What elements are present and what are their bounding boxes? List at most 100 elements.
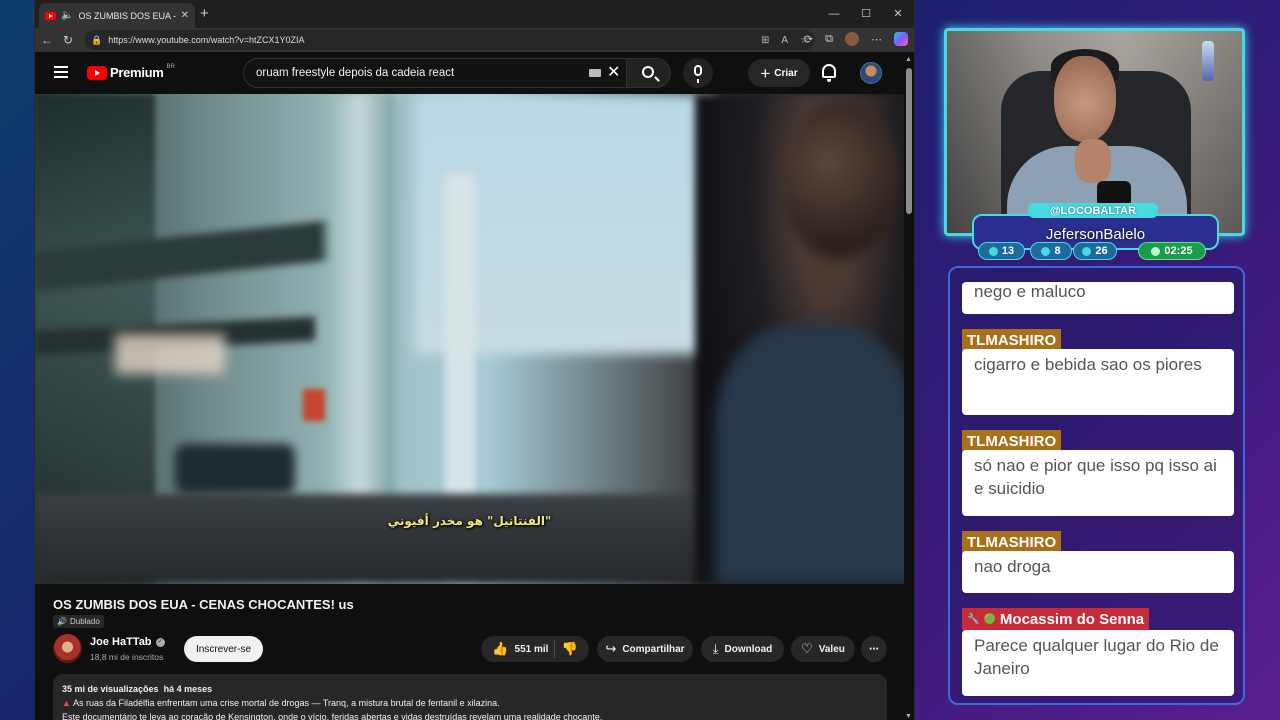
collections-icon[interactable]: ⧉	[825, 33, 833, 46]
scroll-down-icon[interactable]: ▼	[905, 713, 912, 720]
chat-message-text: cigarro e bebida sao os piores	[962, 349, 1234, 415]
search-input[interactable]: oruam freestyle depois da cadeia react	[243, 58, 626, 88]
warning-icon: ▲	[62, 698, 71, 708]
logo-region: BR	[166, 63, 175, 70]
tab-close-icon[interactable]: ✕	[181, 10, 189, 21]
thanks-label: Valeu	[818, 643, 845, 655]
download-label: Download	[724, 643, 773, 655]
share-button[interactable]: ↪ Compartilhar	[597, 636, 693, 662]
account-avatar[interactable]	[860, 62, 882, 84]
chat-username: TLMASHIRO	[962, 531, 1062, 553]
scrollbar-thumb[interactable]	[906, 68, 912, 214]
video-player[interactable]: "الفنتانيل" هو مخدر أفيوني	[35, 94, 904, 584]
notifications-bell-icon[interactable]	[822, 64, 836, 82]
address-bar-row: ← ↻ 🔒 https://www.youtube.com/watch?v=ht…	[35, 28, 914, 52]
viewers-stat: 13	[978, 242, 1025, 260]
chat-message-text: nao droga	[962, 551, 1234, 593]
tab-title: OS ZUMBIS DOS EUA - CENA	[78, 10, 175, 21]
speaker-icon[interactable]: 🔈	[61, 10, 73, 21]
browser-titlebar: 🔈 OS ZUMBIS DOS EUA - CENA ✕ + — ☐ ✕	[35, 0, 914, 28]
view-count: 35 mi de visualizações	[62, 684, 159, 694]
more-actions-button[interactable]: ⋯	[861, 636, 887, 662]
streamer-name: JefersonBalelo	[1045, 226, 1146, 243]
stream-timer: 02:25	[1138, 242, 1206, 260]
create-label: Criar	[774, 67, 798, 79]
dislike-icon[interactable]: 👎	[561, 641, 577, 657]
share-label: Compartilhar	[622, 643, 685, 655]
like-count[interactable]: 551 mil	[515, 644, 549, 655]
description-line-1: As ruas da Filadélfia enfrentam uma cris…	[72, 698, 500, 708]
reload-icon[interactable]: ↻	[63, 33, 73, 47]
likes-icon	[1082, 246, 1092, 256]
subscriber-count: 18,8 mi de inscritos	[90, 652, 164, 662]
search-button[interactable]	[626, 58, 671, 88]
chat-username: Mocassim do Senna	[999, 610, 1145, 628]
viewers-icon	[988, 246, 998, 256]
voice-search-button[interactable]	[683, 58, 713, 88]
chat-message-text: Parece qualquer lugar do Rio de Janeiro	[962, 630, 1234, 696]
youtube-logo-icon	[87, 65, 107, 80]
chat-username: TLMASHIRO	[962, 430, 1062, 452]
clear-search-icon[interactable]: ✕	[607, 62, 620, 82]
close-window-icon[interactable]: ✕	[882, 0, 914, 28]
thanks-icon: ♡	[801, 641, 813, 656]
plus-icon: +	[760, 63, 771, 83]
more-menu-icon[interactable]: ⋯	[871, 33, 882, 46]
maximize-icon[interactable]: ☐	[850, 0, 882, 28]
thanks-button[interactable]: ♡ Valeu	[791, 636, 855, 662]
channel-name[interactable]: Joe HaTTab	[90, 636, 152, 648]
copilot-icon[interactable]	[894, 32, 908, 46]
chat-panel: nego e maluco TLMASHIRO cigarro e bebida…	[948, 266, 1245, 705]
more-actions-icon: ⋯	[869, 643, 879, 655]
description-line-2: Este documentário te leva ao coração de …	[62, 712, 603, 720]
window-controls: — ☐ ✕	[818, 0, 914, 28]
app-install-icon[interactable]: ⊞	[761, 35, 769, 46]
page-scrollbar[interactable]: ▲ ▼	[905, 56, 912, 720]
extension-icon[interactable]: ⟳	[804, 33, 813, 46]
dubbed-label: Dublado	[69, 617, 100, 626]
new-tab-icon[interactable]: +	[200, 5, 209, 22]
scroll-up-icon[interactable]: ▲	[905, 56, 912, 63]
channel-avatar[interactable]	[53, 634, 82, 663]
streamer-handle: @LOCOBALTAR	[1028, 203, 1158, 218]
channel-name-row[interactable]: Joe HaTTab ✓	[90, 636, 165, 648]
likes-stat: 26	[1073, 242, 1117, 260]
moderator-wrench-icon: 🔧	[967, 613, 980, 625]
minimize-icon[interactable]: —	[818, 0, 850, 28]
dubbed-badge: 🔊 Dublado	[53, 615, 104, 628]
search-icon	[642, 66, 654, 78]
like-dislike-group: 👍 551 mil 👎	[481, 636, 589, 662]
member-badge-icon: 🟢	[983, 613, 996, 625]
chat-stat: 8	[1030, 242, 1072, 260]
verified-icon: ✓	[155, 637, 165, 647]
chat-message-text: nego e maluco	[962, 282, 1234, 314]
video-description[interactable]: 35 mi de visualizações há 4 meses ▲ As r…	[53, 674, 887, 720]
browser-tab[interactable]: 🔈 OS ZUMBIS DOS EUA - CENA ✕	[39, 3, 195, 28]
extensions-toolbar: ⟳ ⧉ ⋯	[804, 32, 908, 46]
subscribe-button[interactable]: Inscrever-se	[184, 636, 263, 662]
video-subtitle: "الفنتانيل" هو مخدر أفيوني	[387, 514, 552, 528]
stream-stats: 13 8 26 02:25	[975, 242, 1235, 260]
site-info-icon[interactable]: 🔒	[91, 35, 102, 46]
chat-message-text: só nao e pior que isso pq isso ai e suic…	[962, 450, 1234, 516]
menu-icon[interactable]	[54, 66, 68, 78]
chat-username-row: 🔧 🟢 Mocassim do Senna	[962, 608, 1150, 630]
search-query: oruam freestyle depois da cadeia react	[256, 67, 455, 79]
microphone-icon	[694, 65, 702, 83]
read-aloud-icon[interactable]: A	[781, 35, 788, 46]
youtube-premium-logo[interactable]: Premium BR	[87, 63, 175, 80]
url-actions: ⊞ A ☆	[761, 35, 809, 46]
download-button[interactable]: ⤓ Download	[701, 636, 784, 662]
url-field[interactable]: 🔒 https://www.youtube.com/watch?v=htZCX1…	[85, 30, 815, 50]
keyboard-icon[interactable]	[589, 69, 601, 77]
logo-text: Premium	[110, 65, 164, 80]
upload-age: há 4 meses	[163, 684, 213, 694]
like-icon[interactable]: 👍	[492, 641, 508, 657]
create-button[interactable]: + Criar	[748, 59, 810, 87]
profile-avatar-icon[interactable]	[845, 32, 859, 46]
browser-window: 🔈 OS ZUMBIS DOS EUA - CENA ✕ + — ☐ ✕ ← ↻…	[34, 0, 915, 720]
back-icon[interactable]: ←	[41, 33, 53, 47]
youtube-favicon-icon	[45, 11, 56, 20]
video-title: OS ZUMBIS DOS EUA - CENAS CHOCANTES! us	[53, 597, 354, 612]
dubbed-icon: 🔊	[57, 617, 67, 626]
